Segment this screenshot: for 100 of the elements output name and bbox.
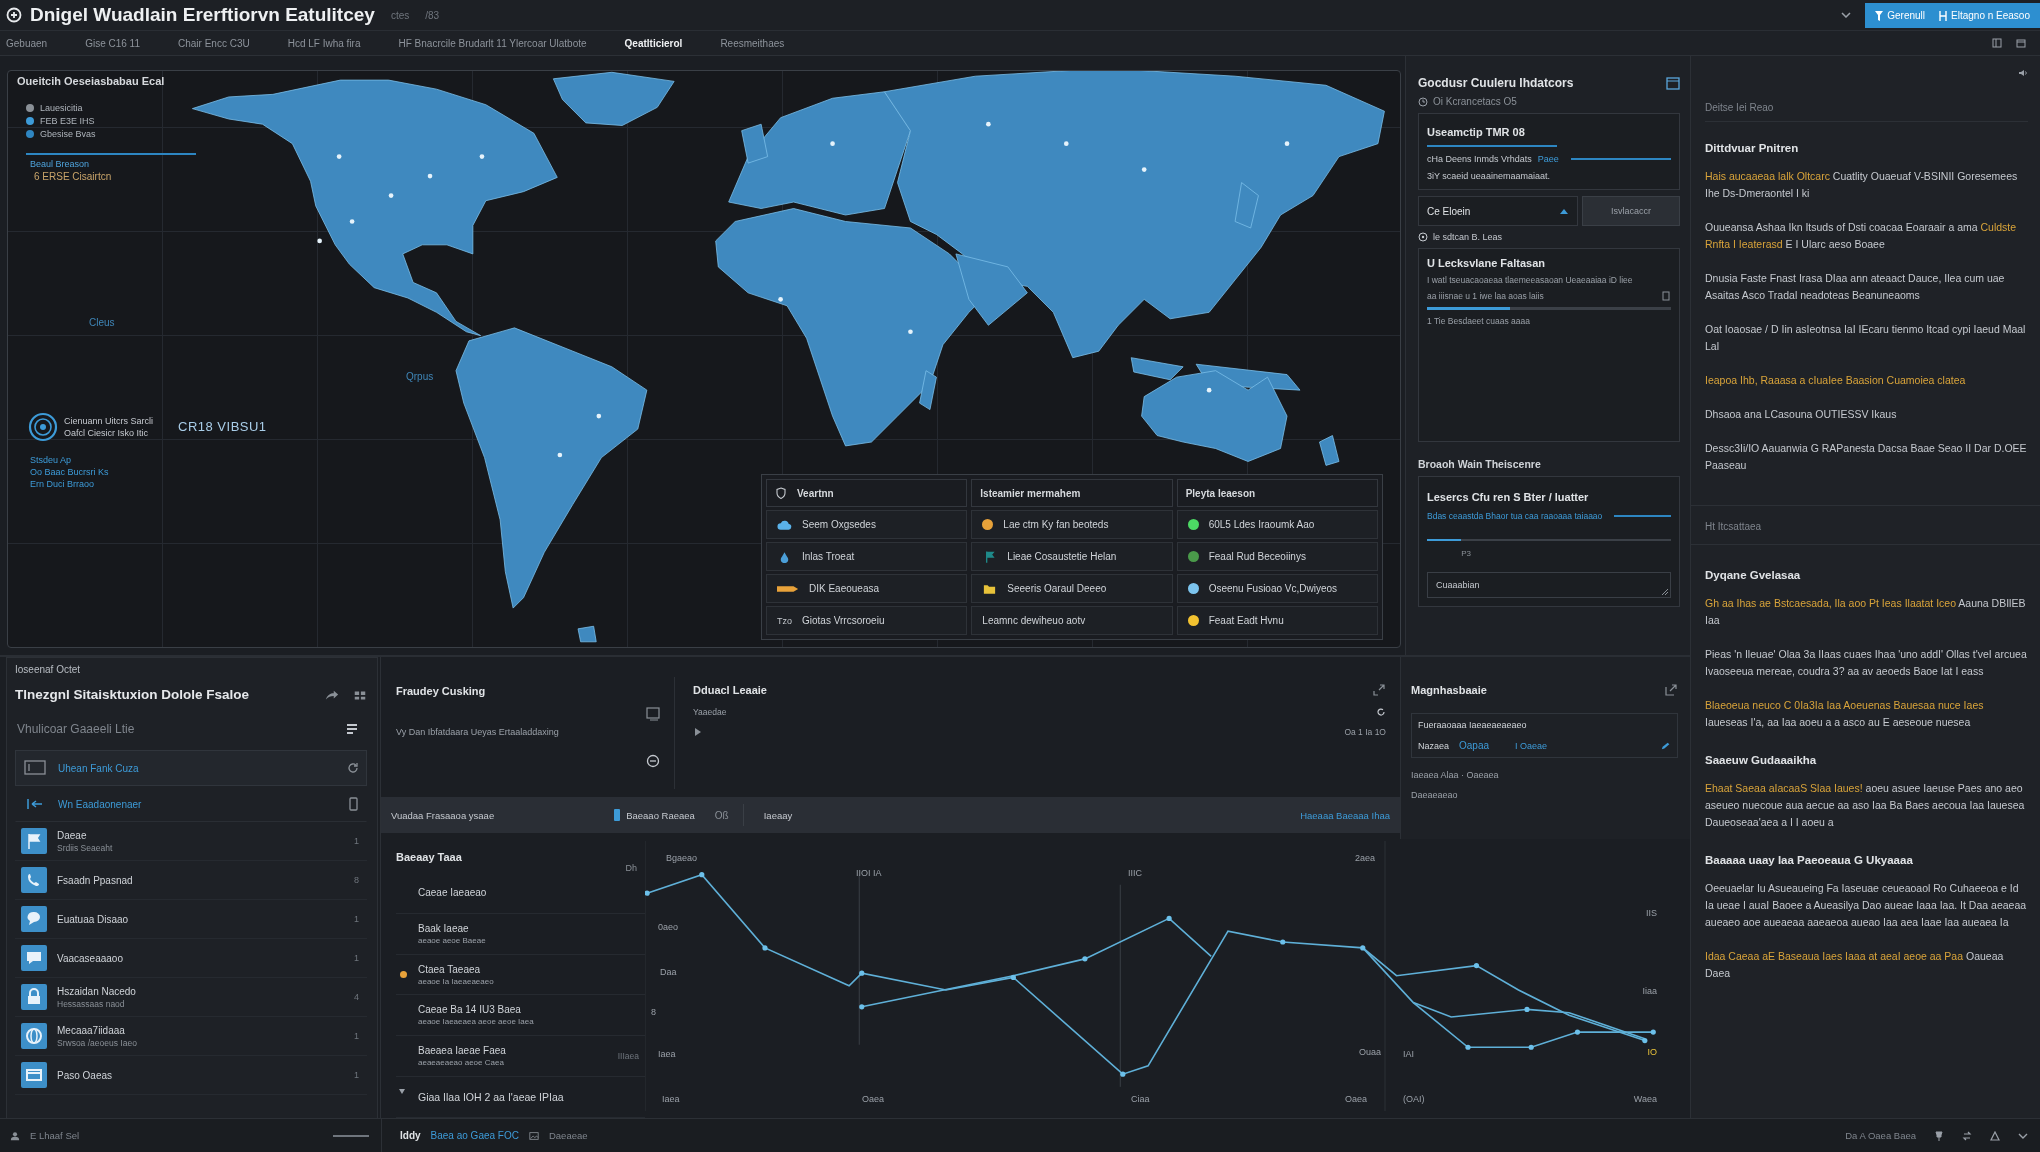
- warning-icon[interactable]: [1990, 1130, 2000, 1141]
- section-label: Broaoh Wain Theiscenre: [1418, 458, 1542, 470]
- expand-icon[interactable]: [1372, 683, 1386, 697]
- export-icon[interactable]: [1664, 683, 1678, 697]
- filter-button[interactable]: Iaeaay: [757, 808, 799, 822]
- sidebar-paragraph: Blaeoeua neuco C 0Ia3Ia Iaa Aoeuenas Bauesaa nuce Iaes Iaueseas I'a, aa Iaa aoeu a a asco au E aeseoue nuesea: [1705, 698, 1985, 730]
- item-title: Daeae: [57, 829, 88, 841]
- status-state: Daeaeae: [548, 1130, 588, 1141]
- toolbar-button[interactable]: Gerenull: [1871, 8, 1930, 23]
- legend-label: Seem Oxgsedes: [802, 519, 876, 530]
- card-heading: Useamctip TMR 08: [1427, 126, 1526, 138]
- status-link[interactable]: Baea ao Gaea FOC: [430, 1130, 519, 1141]
- marker-text: Oafcl Ciesicr Isko Itic: [64, 427, 149, 439]
- chat-icon: [21, 906, 47, 932]
- card-link[interactable]: Paee: [1537, 154, 1559, 164]
- chevron-down-icon[interactable]: [1841, 12, 1852, 18]
- chart-point: [1120, 1071, 1126, 1077]
- list-item[interactable]: Euatuaa Disaao 1: [15, 900, 367, 939]
- status-user: Iddy: [400, 1130, 421, 1141]
- card-text: I watl tseuacaoaeaa tlaemeeasaoan Ueaeaaiaa iD liee: [1427, 275, 1634, 285]
- list-entry: Caeae Ba 14 IU3 Baea: [418, 1004, 522, 1016]
- item-title: Paso Oaeas: [57, 1069, 114, 1081]
- image-icon[interactable]: [528, 1130, 539, 1141]
- list-item[interactable]: Daeae Srdiis Seaeaht 1: [15, 822, 367, 861]
- axis-label: Daa: [660, 967, 677, 977]
- refresh-icon[interactable]: [1376, 707, 1386, 717]
- list-item[interactable]: Fsaadn Ppasnad 8: [15, 861, 367, 900]
- city-dot-icon: [908, 329, 913, 335]
- filter-icon: [1875, 10, 1884, 21]
- select-field[interactable]: Ce Eloein: [1418, 196, 1578, 226]
- nav-item[interactable]: Uhean Fank Cuza: [15, 750, 367, 786]
- pin-icon[interactable]: [1934, 1130, 1944, 1141]
- toggle-button[interactable]: Baeaao Raeaea: [608, 808, 701, 822]
- tab[interactable]: Gebuaen: [6, 35, 48, 51]
- entry-detail: aeaeaeaeao aeoe Caea: [418, 1058, 505, 1068]
- item-title: Mecaaa7iidaaa: [57, 1024, 126, 1036]
- axis-label: Oaea: [1344, 1094, 1367, 1104]
- refresh-icon[interactable]: [346, 761, 360, 775]
- minus-circle-icon[interactable]: [646, 754, 660, 768]
- legend-label: Lae ctm Ky fan beoteds: [1003, 519, 1109, 530]
- list-item[interactable]: Mecaaa7iidaaa Srwsoa /aeoeus Iaeo 1: [15, 1017, 367, 1056]
- tab[interactable]: Qeatlticierol: [624, 35, 683, 51]
- list-item[interactable]: Hszaidan Nacedo Hessassaas naod 4: [15, 978, 367, 1017]
- filter-label: Vhulicoar Gaaeeli Ltie: [17, 722, 135, 736]
- sidebar-paragraph: Idaa Caeaa aE Baseaua Iaes Iaaa at aeaI aeoe aa Paa Oaueaa Daea: [1705, 949, 2005, 981]
- card-text: aa iiisnae u 1 iwe laa aoas laiis: [1427, 291, 1544, 301]
- window-icon[interactable]: [2016, 38, 2026, 48]
- cloud-icon: [777, 518, 792, 531]
- sidebar-paragraph: Ieapoa Ihb, Raaasa a cIuaIee Baasion Cuamoiea clatea: [1705, 373, 1967, 388]
- legend-label: 60L5 Ldes Iraoumk Aao: [1208, 519, 1315, 530]
- toolbar-button[interactable]: Eltagno n Eeasoo: [1935, 8, 2034, 23]
- tab[interactable]: Reesmeithaes: [720, 35, 785, 51]
- chart-point: [645, 890, 650, 896]
- list-item[interactable]: Vaacaseaaaoo 1: [15, 939, 367, 978]
- list-entry: Caeae Iaeaeao: [418, 887, 488, 899]
- item-count: 1: [354, 836, 359, 846]
- tab[interactable]: Chair Encc C3U: [178, 35, 250, 51]
- tab[interactable]: Gise C16 11: [85, 35, 140, 51]
- panel-title: Tlnezgnl Sitaisktuxion Dolole Fsaloe: [15, 687, 251, 702]
- tab[interactable]: Hcd LF Iwha fira: [287, 35, 361, 51]
- chart-point: [699, 872, 705, 878]
- toolbar-code: Oß: [714, 809, 729, 821]
- nav-item[interactable]: Wn Eaadaonenaer: [15, 786, 367, 822]
- caret-down-icon[interactable]: [398, 1087, 406, 1096]
- item-subtitle: Srdiis Seaeaht: [57, 842, 114, 853]
- chart-point: [1360, 945, 1366, 951]
- list-item[interactable]: Paso Oaeas 1: [15, 1056, 367, 1095]
- city-dot-icon: [778, 297, 783, 302]
- list-icon[interactable]: [345, 722, 359, 736]
- tablet-icon[interactable]: [346, 797, 360, 811]
- toolbar-link[interactable]: Haeaaa Baeaaa Ihaa: [1300, 809, 1390, 821]
- window-icon[interactable]: [1666, 76, 1680, 90]
- sidebar-heading: Dittdvuar Pnitren: [1705, 142, 1800, 154]
- axis-label: Iaea: [662, 1094, 680, 1104]
- play-icon[interactable]: [693, 727, 703, 737]
- sync-icon[interactable]: [1962, 1130, 1972, 1141]
- layout-icon[interactable]: [1992, 38, 2002, 48]
- item-count: 1: [354, 914, 359, 924]
- sidebar-heading: Saaeuw Gudaaaikha: [1705, 754, 1818, 766]
- legend-label: Gbesise Bvas: [40, 128, 96, 139]
- monitor-icon: [24, 760, 46, 776]
- speaker-icon[interactable]: [2018, 68, 2028, 78]
- target-icon[interactable]: [28, 412, 58, 442]
- window-icon[interactable]: [646, 707, 660, 721]
- apply-button[interactable]: Isvlacaccr: [1582, 196, 1680, 226]
- list-entry: Baak Iaeae: [418, 922, 470, 934]
- island-landmass: [1234, 182, 1259, 229]
- item-title: Euatuaa Disaao: [57, 913, 130, 925]
- city-dot-icon: [986, 121, 991, 127]
- city-dot-icon: [317, 238, 322, 244]
- input-field[interactable]: Cuaaabian: [1427, 572, 1671, 598]
- detail-reading: Oa 1 Ia 1O: [1344, 727, 1386, 737]
- tab[interactable]: HF Bnacrcile Brudarlt 11 Ylercoar Ulatbote: [398, 35, 587, 51]
- city-dot-icon: [1063, 141, 1069, 146]
- map-stat: Ern Duci Brraoo: [30, 479, 96, 489]
- chart-point: [762, 945, 768, 951]
- axis-label: (OAI): [1403, 1094, 1425, 1104]
- edit-icon[interactable]: [1661, 740, 1671, 751]
- insight-text: Iaeaea Alaa · Oaeaea: [1411, 770, 1500, 780]
- axis-label: IIIC: [1128, 868, 1142, 878]
